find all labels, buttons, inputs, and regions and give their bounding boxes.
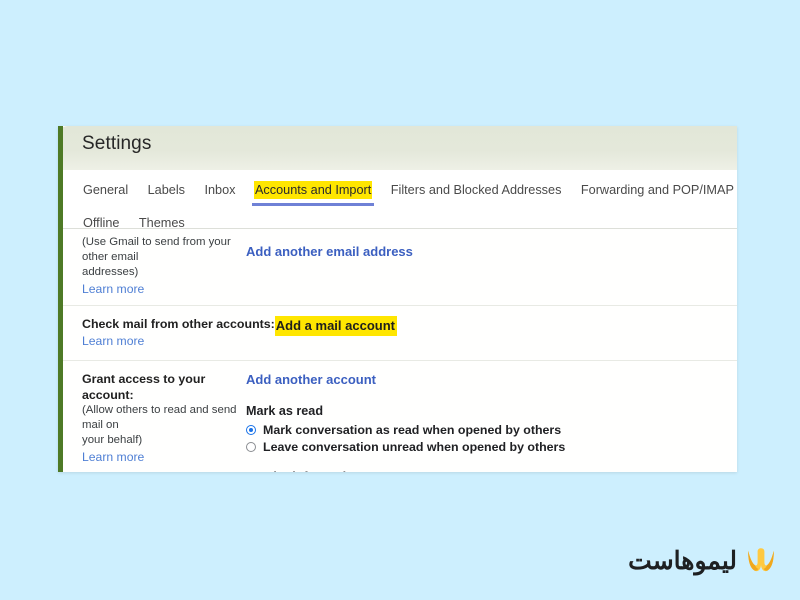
- send-mail-as-label-column: (Use Gmail to send from your other email…: [58, 235, 244, 298]
- tab-accounts-and-import[interactable]: Accounts and Import: [251, 181, 375, 206]
- brand-logo: لیموهاست: [628, 544, 778, 578]
- radio-mark-conversation-as-read-label: Mark conversation as read when opened by…: [263, 423, 562, 437]
- tab-general[interactable]: General: [82, 181, 129, 199]
- check-mail-body: Add a mail account: [274, 316, 737, 350]
- row-grant-access-to-your-account: Grant access to your account: (Allow oth…: [58, 360, 737, 472]
- row-send-mail-as: (Use Gmail to send from your other email…: [58, 228, 737, 305]
- radio-unselected-icon[interactable]: [246, 442, 256, 452]
- check-mail-learn-more-link[interactable]: Learn more: [82, 333, 144, 350]
- page-title: Settings: [82, 133, 152, 154]
- brand-logo-mark-icon: [748, 548, 774, 572]
- tab-labels[interactable]: Labels: [147, 181, 186, 199]
- settings-tabs: General Labels Inbox Accounts and Import…: [58, 170, 737, 230]
- radio-leave-conversation-unread-label: Leave conversation unread when opened by…: [263, 440, 566, 454]
- send-mail-as-note-line1: (Use Gmail to send from your other email: [82, 236, 231, 263]
- tab-inbox[interactable]: Inbox: [203, 181, 236, 199]
- tabs-row-primary: General Labels Inbox Accounts and Import…: [82, 181, 737, 206]
- tab-forwarding-and-pop-imap[interactable]: Forwarding and POP/IMAP: [580, 181, 735, 199]
- add-a-mail-account-link[interactable]: Add a mail account: [274, 316, 397, 336]
- tab-filters-and-blocked-addresses[interactable]: Filters and Blocked Addresses: [390, 181, 563, 199]
- settings-content: (Use Gmail to send from your other email…: [58, 228, 737, 472]
- check-mail-label: Check mail from other accounts:: [82, 317, 275, 331]
- grant-access-label: Grant access to your account:: [82, 372, 206, 402]
- send-mail-as-body: Add another email address: [244, 235, 737, 298]
- send-mail-as-learn-more-link[interactable]: Learn more: [82, 281, 144, 298]
- send-mail-as-note-line2: addresses): [82, 266, 139, 278]
- gmail-settings-panel: Settings General Labels Inbox Accounts a…: [58, 126, 737, 472]
- panel-left-accent-strip: [58, 126, 63, 472]
- grant-access-body: Add another account Mark as read Mark co…: [244, 371, 737, 472]
- check-mail-label-column: Check mail from other accounts: Learn mo…: [58, 316, 275, 350]
- grant-access-learn-more-link[interactable]: Learn more: [82, 449, 144, 466]
- radio-mark-conversation-as-read[interactable]: Mark conversation as read when opened by…: [246, 422, 737, 438]
- brand-logo-text: لیموهاست: [628, 547, 737, 575]
- grant-access-label-column: Grant access to your account: (Allow oth…: [58, 371, 244, 472]
- sender-information-group-title: Sender information: [246, 469, 737, 472]
- grant-access-note-line2: your behalf): [82, 434, 143, 446]
- grant-access-note-line1: (Allow others to read and send mail on: [82, 404, 237, 431]
- settings-header: Settings: [58, 126, 737, 170]
- add-another-account-link[interactable]: Add another account: [246, 371, 376, 388]
- radio-selected-icon[interactable]: [246, 425, 256, 435]
- mark-as-read-group-title: Mark as read: [246, 404, 324, 418]
- row-check-mail-from-other-accounts: Check mail from other accounts: Learn mo…: [58, 305, 737, 360]
- radio-leave-conversation-unread[interactable]: Leave conversation unread when opened by…: [246, 439, 737, 455]
- add-another-email-address-link[interactable]: Add another email address: [246, 243, 413, 260]
